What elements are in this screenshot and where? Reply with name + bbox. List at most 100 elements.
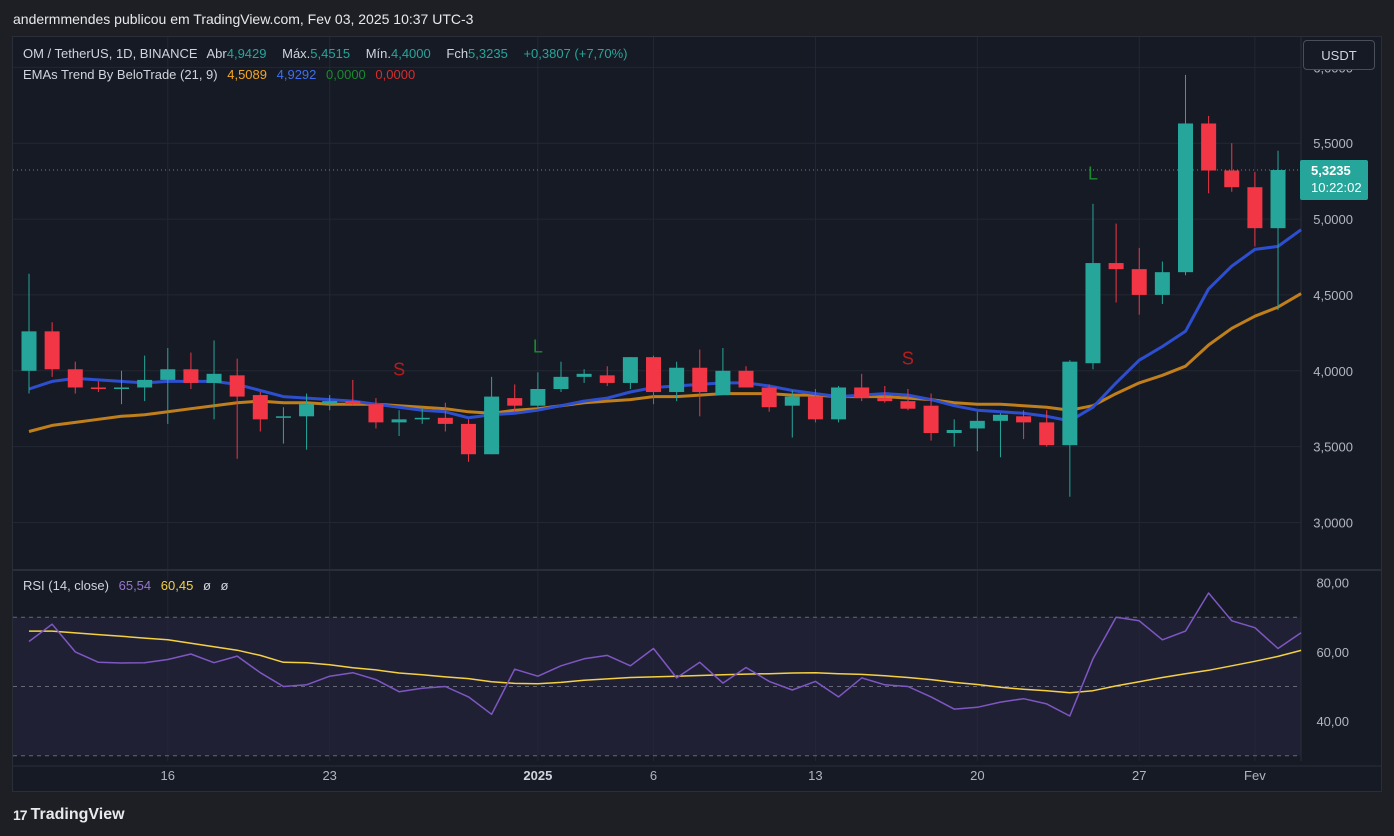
- candle-down: [1039, 422, 1055, 446]
- tradingview-logo-icon: 17: [13, 807, 28, 823]
- candle-up: [160, 369, 176, 380]
- candle-up: [137, 379, 153, 388]
- rsi-ma-value: 60,45: [160, 578, 194, 593]
- publish-header: andermmendes publicou em TradingView.com…: [0, 0, 1394, 36]
- indicator-value-3: 0,0000: [326, 67, 366, 82]
- price-tick-label: 3,0000: [1313, 516, 1353, 531]
- candle-up: [530, 389, 546, 406]
- price-tick-label: 5,5000: [1313, 136, 1353, 151]
- low-label: Mín.: [365, 46, 391, 61]
- time-tick-label: Fev: [1244, 768, 1266, 783]
- time-tick-label: 13: [808, 768, 822, 783]
- candle-up: [622, 357, 638, 383]
- candle-up: [992, 414, 1008, 421]
- candle-up: [391, 419, 407, 423]
- candle-down: [345, 401, 361, 405]
- candle-down: [761, 387, 777, 408]
- candle-up: [1085, 263, 1101, 364]
- candle-up: [715, 370, 731, 396]
- low-value: 4,4000: [390, 46, 431, 61]
- currency-button[interactable]: USDT: [1303, 40, 1375, 70]
- ema21-value: 4,5089: [227, 67, 267, 82]
- candle-down: [1016, 416, 1032, 423]
- symbol-name[interactable]: OM / TetherUS, 1D, BINANCE: [23, 46, 198, 61]
- candle-down: [1201, 123, 1217, 171]
- indicator-legend: EMAs Trend By BeloTrade (21, 9) 4,5089 4…: [23, 67, 421, 82]
- rsi-value: 65,54: [118, 578, 152, 593]
- candle-countdown: 10:22:02: [1311, 180, 1362, 195]
- candle-down: [599, 375, 615, 383]
- rsi-tick-label: 60,00: [1316, 645, 1349, 660]
- rsi-name[interactable]: RSI (14, close): [23, 578, 109, 593]
- brand-name: TradingView: [30, 806, 125, 823]
- candle-down: [900, 401, 916, 409]
- candle-up: [1154, 272, 1170, 295]
- tradingview-logo[interactable]: 17 TradingView: [13, 806, 125, 824]
- candle-down: [1131, 269, 1147, 295]
- candle-down: [183, 369, 199, 383]
- high-label: Máx.: [282, 46, 311, 61]
- symbol-legend: OM / TetherUS, 1D, BINANCE Abr4,9429 Máx…: [23, 46, 634, 61]
- candle-down: [1247, 187, 1263, 229]
- candle-down: [368, 404, 384, 423]
- candle-up: [275, 416, 291, 418]
- signal-l: L: [1088, 164, 1098, 184]
- rsi-tick-label: 40,00: [1316, 714, 1349, 729]
- chart-frame[interactable]: SLSL6,00005,50005,00004,50004,00003,5000…: [12, 36, 1382, 792]
- candle-up: [784, 396, 800, 406]
- change-value: +0,3807 (+7,70%): [523, 46, 628, 61]
- candle-up: [299, 404, 315, 417]
- rsi-extra-2: ø: [220, 578, 229, 593]
- candle-up: [1178, 123, 1193, 273]
- candle-up: [1062, 361, 1078, 446]
- last-price-value: 5,3235: [1311, 163, 1351, 178]
- rsi-extra-1: ø: [202, 578, 211, 593]
- candle-up: [576, 373, 592, 377]
- ema21-line: [28, 292, 1302, 433]
- close-value: 5,3235: [468, 46, 508, 61]
- time-tick-label: 27: [1132, 768, 1146, 783]
- rsi-tick-label: 80,00: [1316, 576, 1349, 591]
- price-tick-label: 4,5000: [1313, 288, 1353, 303]
- candle-up: [669, 367, 685, 393]
- close-label: Fch: [446, 46, 469, 61]
- candle-up: [969, 420, 985, 429]
- candle-down: [90, 387, 106, 389]
- price-tick-label: 4,0000: [1313, 364, 1353, 379]
- signal-s: S: [902, 349, 914, 369]
- candle-up: [21, 331, 37, 371]
- candle-down: [460, 423, 476, 455]
- candle-down: [1224, 170, 1240, 188]
- candle-up: [946, 429, 962, 433]
- candle-down: [646, 357, 662, 393]
- signal-s: S: [393, 359, 405, 379]
- candle-down: [854, 387, 870, 399]
- open-value: 4,9429: [226, 46, 267, 61]
- candle-down: [923, 405, 939, 433]
- time-tick-label: 20: [970, 768, 984, 783]
- candle-down: [44, 331, 60, 370]
- candle-down: [67, 369, 83, 388]
- candle-up: [322, 401, 338, 405]
- ema9-line: [28, 228, 1302, 423]
- price-tick-label: 3,5000: [1313, 440, 1353, 455]
- candle-down: [507, 398, 523, 406]
- publish-info: andermmendes publicou em TradingView.com…: [13, 11, 474, 27]
- open-label: Abr: [206, 46, 227, 61]
- candle-down: [1108, 263, 1124, 270]
- high-value: 5,4515: [310, 46, 351, 61]
- candle-down: [692, 367, 708, 393]
- candle-down: [252, 395, 268, 420]
- candle-up: [1270, 169, 1286, 229]
- time-tick-label: 2025: [523, 768, 552, 783]
- candle-down: [437, 417, 453, 424]
- signal-l: L: [533, 337, 543, 357]
- candle-down: [807, 396, 823, 420]
- chart-canvas[interactable]: SLSL6,00005,50005,00004,50004,00003,5000…: [13, 37, 1382, 792]
- footer: 17 TradingView: [0, 795, 1394, 836]
- candle-down: [877, 398, 893, 402]
- candle-up: [114, 387, 130, 389]
- indicator-name[interactable]: EMAs Trend By BeloTrade (21, 9): [23, 67, 218, 82]
- time-tick-label: 6: [650, 768, 657, 783]
- indicator-value-4: 0,0000: [375, 67, 416, 82]
